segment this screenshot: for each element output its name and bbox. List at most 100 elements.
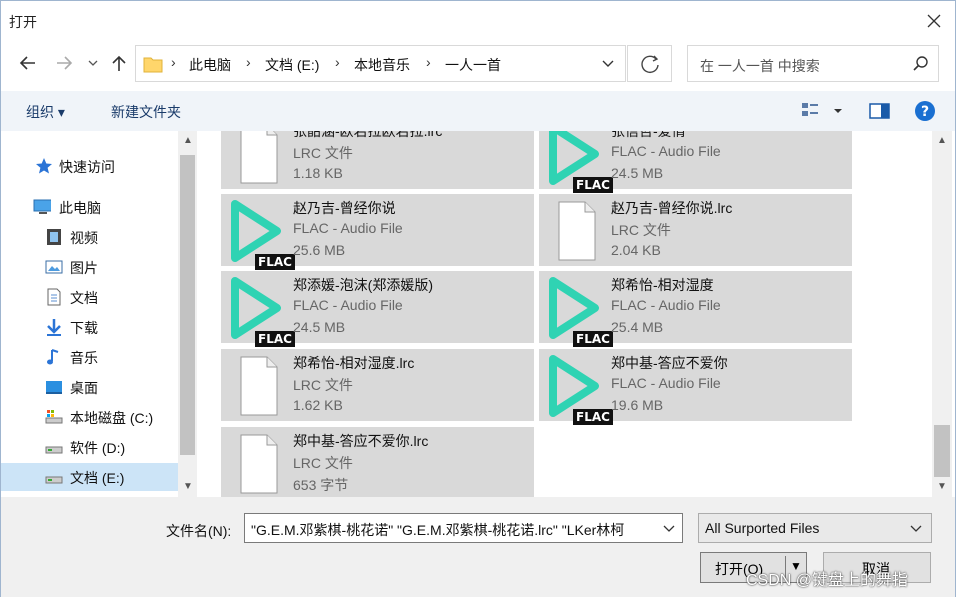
preview-pane-icon xyxy=(869,103,890,119)
view-tiles-icon xyxy=(802,103,842,116)
file-size: 24.5 MB xyxy=(293,319,346,335)
nav-label: 下载 xyxy=(70,320,98,336)
nav-videos[interactable]: 视频 xyxy=(1,223,178,251)
nav-quick-access[interactable]: 快速访问 xyxy=(1,152,178,180)
preview-pane-button[interactable] xyxy=(869,101,891,124)
lrc-file-tile[interactable]: 郑希怡-相对湿度.lrc LRC 文件 1.62 KB xyxy=(221,349,534,421)
title-bar: 打开 xyxy=(1,1,955,41)
nav-documents[interactable]: 文档 xyxy=(1,283,178,311)
nav-drive-c[interactable]: 本地磁盘 (C:) xyxy=(1,403,178,431)
search-box[interactable]: 在 一人一首 中搜索 xyxy=(687,45,939,82)
organize-menu[interactable]: 组织 ▾ xyxy=(26,102,65,122)
nav-label: 文档 (E:) xyxy=(70,470,125,486)
scrollbar-thumb[interactable] xyxy=(934,425,950,477)
breadcrumb-local-music[interactable]: 本地音乐 xyxy=(354,55,410,75)
file-name: 郑中基-答应不爱你 xyxy=(611,355,728,371)
flac-audio-icon: FLAC xyxy=(547,131,613,193)
nav-downloads[interactable]: 下载 xyxy=(1,313,178,341)
file-name: 张韶涵-欧若拉欧若拉.lrc xyxy=(293,131,443,139)
scroll-down-icon[interactable]: ▼ xyxy=(937,481,947,492)
file-type-filter[interactable]: All Surported Files xyxy=(698,513,932,543)
nav-drive-e[interactable]: 文档 (E:) xyxy=(1,463,178,491)
svg-text:?: ? xyxy=(921,104,929,120)
document-icon xyxy=(47,288,61,306)
flac-badge: FLAC xyxy=(255,254,295,270)
forward-button[interactable] xyxy=(53,51,77,77)
flac-file-tile[interactable]: FLAC 张信哲-爱情 FLAC - Audio File 24.5 MB xyxy=(539,131,852,193)
nav-label: 快速访问 xyxy=(59,159,115,175)
star-icon xyxy=(36,158,52,174)
file-size: 1.62 KB xyxy=(293,397,343,413)
chevron-down-icon xyxy=(663,525,675,532)
filename-input[interactable]: "G.E.M.邓紫棋-桃花诺" "G.E.M.邓紫棋-桃花诺.lrc" "LKe… xyxy=(244,513,683,543)
refresh-icon xyxy=(641,55,659,74)
view-options-button[interactable] xyxy=(801,101,845,124)
breadcrumb-this-pc[interactable]: 此电脑 xyxy=(189,55,231,75)
lrc-file-tile[interactable]: 张韶涵-欧若拉欧若拉.lrc LRC 文件 1.18 KB xyxy=(221,131,534,189)
file-size: 24.5 MB xyxy=(611,165,664,181)
nav-label: 本地磁盘 (C:) xyxy=(70,410,154,426)
scroll-down-icon[interactable]: ▼ xyxy=(183,481,193,492)
breadcrumb-separator: › xyxy=(335,54,340,70)
drive-icon xyxy=(45,446,63,454)
nav-scrollbar[interactable]: ▲ ▼ xyxy=(178,131,197,497)
chevron-down-icon xyxy=(910,525,922,532)
flac-audio-icon: FLAC xyxy=(547,277,613,347)
nav-music[interactable]: 音乐 xyxy=(1,343,178,371)
file-type: LRC 文件 xyxy=(293,377,353,393)
breadcrumb-documents-e[interactable]: 文档 (E:) xyxy=(265,55,319,75)
file-name: 郑希怡-相对湿度 xyxy=(611,277,714,293)
flac-badge: FLAC xyxy=(573,331,613,347)
back-button[interactable] xyxy=(15,51,39,77)
flac-file-tile[interactable]: FLAC 郑中基-答应不爱你 FLAC - Audio File 19.6 MB xyxy=(539,349,852,425)
nav-label: 文档 xyxy=(70,290,98,306)
address-bar[interactable]: › 此电脑 › 文档 (E:) › 本地音乐 › 一人一首 xyxy=(135,45,626,82)
flac-file-tile[interactable]: FLAC 赵乃吉-曾经你说 FLAC - Audio File 25.6 MB xyxy=(221,194,534,270)
flac-file-tile[interactable]: FLAC 郑希怡-相对湿度 FLAC - Audio File 25.4 MB xyxy=(539,271,852,347)
pictures-icon xyxy=(45,260,63,274)
command-bar: 组织 ▾ 新建文件夹 ? xyxy=(1,91,955,131)
file-type: FLAC - Audio File xyxy=(293,297,403,313)
search-placeholder: 在 一人一首 中搜索 xyxy=(700,58,820,74)
text-file-icon xyxy=(547,200,603,262)
nav-label: 视频 xyxy=(70,230,98,246)
help-button[interactable]: ? xyxy=(914,100,936,125)
scroll-up-icon[interactable]: ▲ xyxy=(183,135,193,146)
help-icon: ? xyxy=(915,101,935,121)
flac-audio-icon: FLAC xyxy=(547,355,613,425)
computer-icon xyxy=(33,199,51,214)
nav-drive-d[interactable]: 软件 (D:) xyxy=(1,433,178,461)
flac-badge: FLAC xyxy=(255,331,295,347)
scrollbar-thumb[interactable] xyxy=(180,155,195,455)
file-type: FLAC - Audio File xyxy=(611,297,721,313)
drive-icon xyxy=(45,476,63,484)
file-name: 郑添媛-泡沫(郑添媛版) xyxy=(293,277,433,293)
file-name: 赵乃吉-曾经你说.lrc xyxy=(611,200,733,216)
flac-badge: FLAC xyxy=(573,177,613,193)
nav-pictures[interactable]: 图片 xyxy=(1,253,178,281)
scroll-up-icon[interactable]: ▲ xyxy=(937,135,947,146)
lrc-file-tile[interactable]: 郑中基-答应不爱你.lrc LRC 文件 653 字节 xyxy=(221,427,534,497)
system-drive-icon xyxy=(45,410,63,424)
recent-locations-button[interactable] xyxy=(85,51,101,77)
breadcrumb-current-folder[interactable]: 一人一首 xyxy=(445,55,501,75)
new-folder-button[interactable]: 新建文件夹 xyxy=(111,102,181,122)
flac-file-tile[interactable]: FLAC 郑添媛-泡沫(郑添媛版) FLAC - Audio File 24.5 MB xyxy=(221,271,534,347)
file-name: 张信哲-爱情 xyxy=(611,131,686,139)
watermark: CSDN @键盘上的舞指 xyxy=(746,572,909,589)
breadcrumb-separator: › xyxy=(171,54,176,70)
close-button[interactable] xyxy=(919,7,949,35)
up-button[interactable] xyxy=(107,51,131,77)
breadcrumb-separator: › xyxy=(426,54,431,70)
arrow-up-icon xyxy=(112,55,126,71)
file-size: 1.18 KB xyxy=(293,165,343,181)
window-title: 打开 xyxy=(9,14,37,30)
nav-this-pc[interactable]: 此电脑 xyxy=(1,193,178,221)
nav-desktop[interactable]: 桌面 xyxy=(1,373,178,401)
lrc-file-tile[interactable]: 赵乃吉-曾经你说.lrc LRC 文件 2.04 KB xyxy=(539,194,852,266)
flac-audio-icon: FLAC xyxy=(229,200,295,270)
content-scrollbar[interactable]: ▲ ▼ xyxy=(932,131,952,497)
file-list: 张韶涵-欧若拉欧若拉.lrc LRC 文件 1.18 KB FLAC 张信哲-爱情 FLA… xyxy=(201,131,931,497)
file-type-value: All Surported Files xyxy=(705,520,820,536)
refresh-button[interactable] xyxy=(627,45,672,82)
